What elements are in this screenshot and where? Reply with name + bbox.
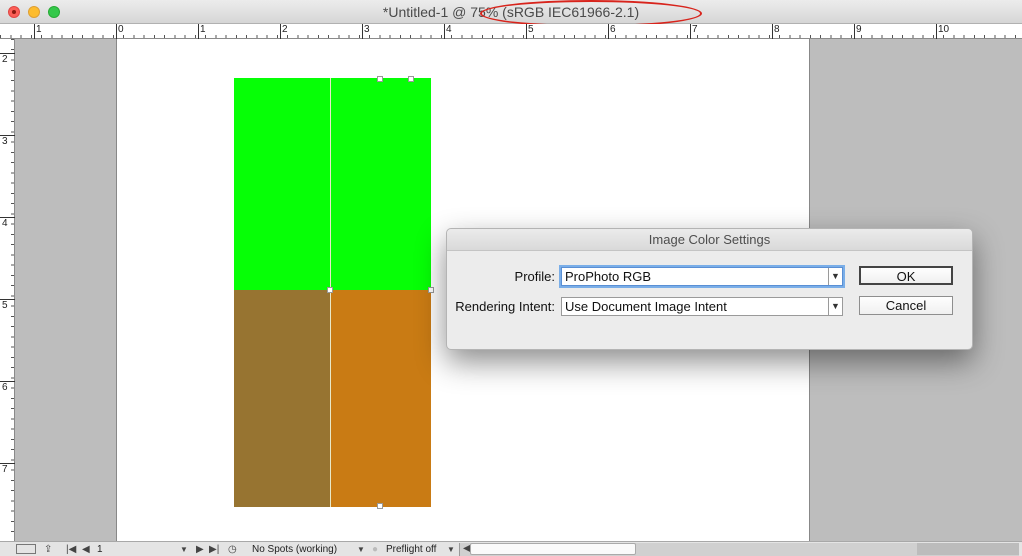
first-page-icon[interactable]: |◀ [66, 544, 76, 555]
ruler-label: 9 [856, 24, 862, 35]
ruler-label: 5 [2, 300, 8, 311]
ruler-label: 6 [2, 382, 8, 393]
preflight-chevron-down-icon[interactable]: ▼ [447, 544, 455, 555]
selection-handle[interactable] [377, 76, 383, 82]
green-image-frame-left[interactable] [234, 78, 330, 290]
export-icon[interactable]: ⇪ [44, 544, 52, 555]
status-bar: ⇪ |◀ ◀ 1 ▼ ▶ ▶| ◷ No Spots (working) ▼ ●… [0, 541, 1022, 556]
ruler-label: 2 [282, 24, 288, 35]
next-page-icon[interactable]: ▶ [196, 544, 204, 555]
ruler-label: 3 [364, 24, 370, 35]
rendering-intent-label: Rendering Intent: [455, 299, 555, 314]
ruler-label: 3 [2, 136, 8, 147]
ruler-label: 5 [528, 24, 534, 35]
ruler-label: 6 [610, 24, 616, 35]
ruler-label: 8 [774, 24, 780, 35]
ruler-label: 2 [2, 54, 8, 65]
selection-handle[interactable] [327, 287, 333, 293]
vertical-ruler[interactable]: 2 3 4 5 6 7 [0, 39, 15, 541]
ruler-label: 4 [2, 218, 8, 229]
image-color-settings-dialog: Image Color Settings Profile: ProPhoto R… [446, 228, 973, 350]
dropdown-arrow-icon: ▼ [828, 298, 842, 315]
previous-page-icon[interactable]: ◀ [82, 544, 90, 555]
cancel-button[interactable]: Cancel [859, 296, 953, 315]
last-page-icon[interactable]: ▶| [209, 544, 219, 555]
dialog-title: Image Color Settings [447, 229, 972, 251]
scrollbar-track-end [917, 543, 1019, 555]
profile-label: Profile: [514, 269, 555, 284]
ok-button[interactable]: OK [859, 266, 953, 285]
ruler-label: 1 [200, 24, 206, 35]
profile-select[interactable]: ProPhoto RGB ▼ [561, 267, 843, 286]
page-menu-chevron-down-icon[interactable]: ▼ [180, 544, 188, 555]
scrollbar-thumb[interactable] [470, 543, 636, 555]
rendering-intent-select[interactable]: Use Document Image Intent ▼ [561, 297, 843, 316]
orange-image-frame[interactable] [331, 290, 431, 507]
page-number-field[interactable]: 1 [97, 543, 103, 556]
olive-image-frame[interactable] [234, 290, 330, 507]
preflight-status-icon: ● [372, 544, 379, 555]
dropdown-arrow-icon: ▼ [828, 268, 842, 285]
green-image-frame-right[interactable] [331, 78, 431, 290]
view-mode-icon[interactable] [16, 544, 36, 554]
selection-handle[interactable] [428, 287, 434, 293]
selection-handle[interactable] [408, 76, 414, 82]
rendering-intent-value: Use Document Image Intent [565, 299, 727, 314]
ruler-label: 1 [36, 24, 42, 35]
selection-handle[interactable] [377, 503, 383, 509]
ruler-label: 4 [446, 24, 452, 35]
clock-icon[interactable]: ◷ [228, 544, 237, 555]
preflight-status[interactable]: Preflight off [386, 543, 436, 556]
ruler-label: 7 [2, 464, 8, 475]
spots-chevron-down-icon[interactable]: ▼ [357, 544, 365, 555]
spots-status[interactable]: No Spots (working) [252, 543, 337, 556]
profile-value: ProPhoto RGB [565, 269, 651, 284]
window-titlebar: *Untitled-1 @ 75% (sRGB IEC61966-2.1) [0, 0, 1022, 27]
horizontal-ruler[interactable]: 1 0 1 2 3 4 5 6 7 8 9 10 [0, 24, 1022, 39]
ruler-label: 0 [118, 24, 124, 35]
annotation-ellipse [480, 0, 702, 27]
ruler-label: 10 [938, 24, 950, 35]
ruler-label: 7 [692, 24, 698, 35]
